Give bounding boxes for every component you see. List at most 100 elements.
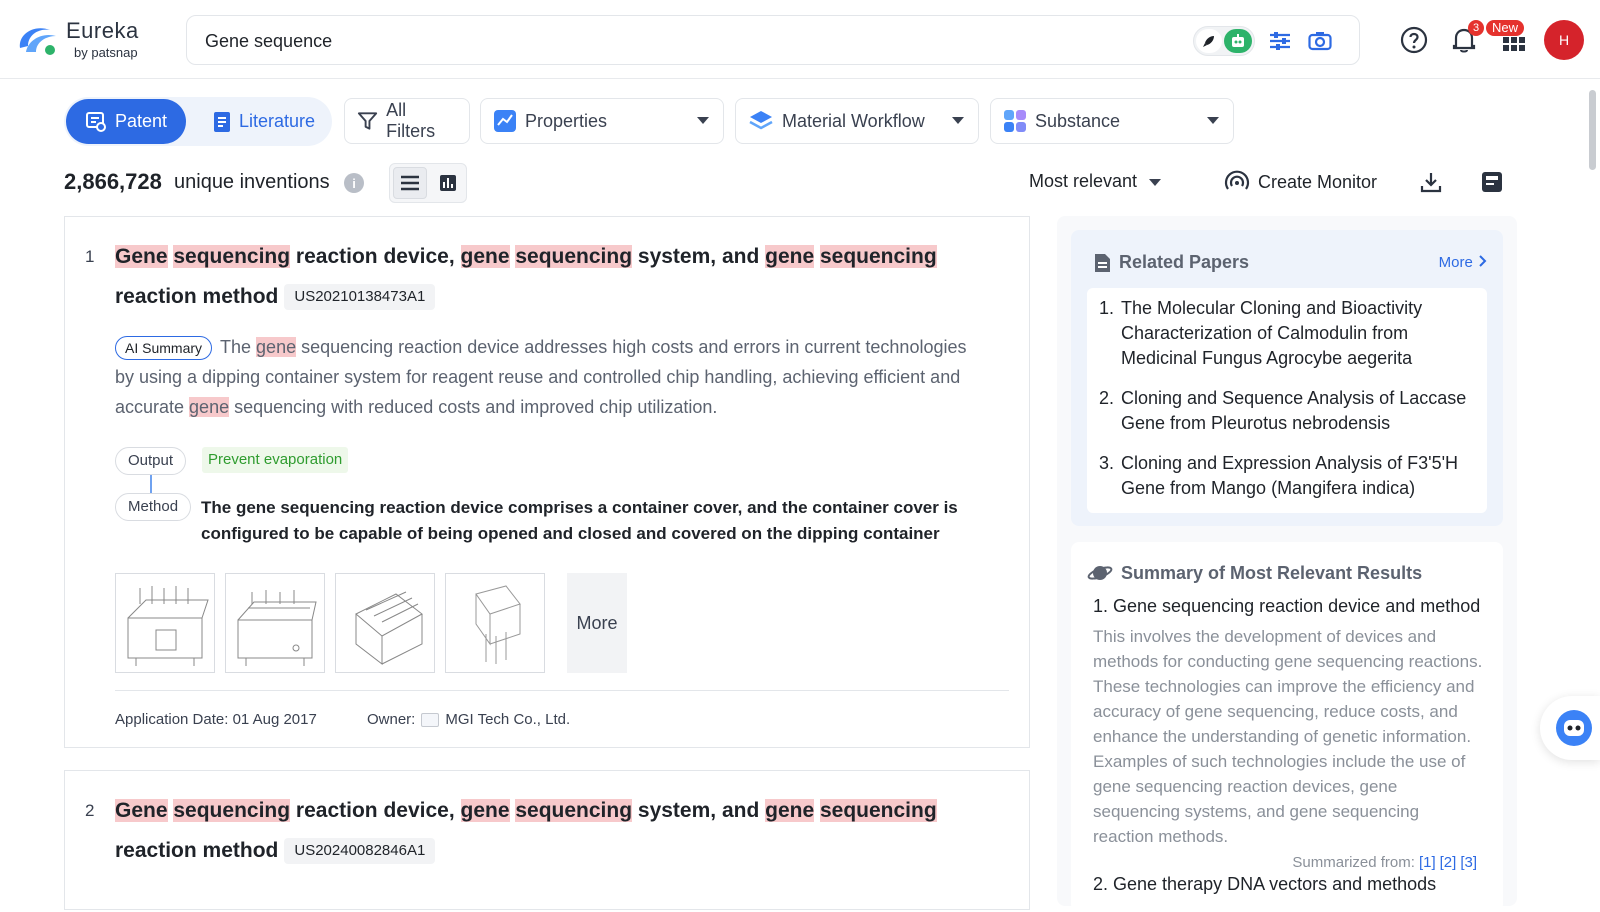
- text-segment: system, and: [632, 799, 765, 822]
- output-value: Prevent evaporation: [202, 447, 348, 473]
- list-item[interactable]: 3.Cloning and Expression Analysis of F3'…: [1099, 451, 1475, 501]
- save-icon[interactable]: [1477, 167, 1507, 197]
- ref-link[interactable]: [3]: [1460, 854, 1477, 871]
- tab-literature-label: Literature: [239, 111, 315, 132]
- ref-link[interactable]: [1]: [1419, 854, 1436, 871]
- related-papers: Related Papers More 1.The Molecular Clon…: [1071, 230, 1503, 526]
- drawing-thumbnail[interactable]: [115, 573, 215, 673]
- apps-grid-icon[interactable]: New: [1494, 20, 1534, 60]
- planet-icon: [1087, 562, 1113, 584]
- list-item[interactable]: 2.Cloning and Sequence Analysis of Lacca…: [1099, 386, 1475, 436]
- literature-icon: [213, 111, 231, 133]
- publication-number[interactable]: US20240082846A1: [284, 838, 435, 864]
- highlight-term: gene: [765, 799, 814, 822]
- highlight-term: sequencing: [515, 245, 632, 268]
- highlight-term: Gene: [115, 799, 168, 822]
- summarized-from-label: Summarized from:: [1292, 854, 1415, 871]
- text-segment: The: [220, 337, 256, 357]
- eureka-logo[interactable]: Eureka by patsnap: [16, 18, 166, 62]
- list-view-icon[interactable]: [393, 167, 427, 199]
- side-panel: Related Papers More 1.The Molecular Clon…: [1057, 216, 1517, 906]
- text-segment: reaction device,: [290, 245, 460, 268]
- result-title[interactable]: Gene sequencing reaction device, gene se…: [115, 237, 975, 317]
- source-toggle: Patent Literature: [64, 97, 332, 146]
- summary-item-title[interactable]: 2. Gene therapy DNA vectors and methods: [1093, 874, 1436, 895]
- avatar[interactable]: H: [1544, 20, 1584, 60]
- item-number: 1.: [1099, 296, 1121, 371]
- tab-literature[interactable]: Literature: [204, 99, 324, 144]
- related-papers-more-link[interactable]: More: [1439, 254, 1487, 271]
- text-segment: reaction device,: [290, 799, 460, 822]
- bell-icon[interactable]: 3: [1444, 20, 1484, 60]
- layers-icon: [748, 109, 774, 133]
- drawing-thumbnail[interactable]: [445, 573, 545, 673]
- substance-label: Substance: [1035, 111, 1120, 132]
- properties-icon: [493, 109, 517, 133]
- summary-item-title[interactable]: 1. Gene sequencing reaction device and m…: [1093, 596, 1480, 617]
- related-papers-title: Related Papers: [1119, 252, 1249, 273]
- ai-summary-tag: AI Summary: [115, 336, 212, 360]
- connector-line: [150, 475, 152, 495]
- properties-dropdown[interactable]: Properties: [480, 98, 724, 144]
- more-label: More: [1439, 254, 1473, 271]
- result-title-text: Gene sequencing reaction device, gene se…: [115, 799, 937, 862]
- download-icon[interactable]: [1416, 167, 1446, 197]
- rocket-icon: [1196, 29, 1222, 53]
- highlight-term: gene: [256, 337, 296, 357]
- highlight-term: gene: [765, 245, 814, 268]
- sliders-icon[interactable]: [1265, 26, 1295, 56]
- publication-number[interactable]: US20210138473A1: [284, 284, 435, 310]
- drawing-thumbnails: More: [115, 573, 635, 673]
- result-rank: 1: [85, 247, 94, 267]
- drawing-thumbnail[interactable]: [225, 573, 325, 673]
- tab-patent[interactable]: Patent: [66, 99, 186, 144]
- chart-view-icon[interactable]: [432, 167, 464, 199]
- camera-icon[interactable]: [1305, 26, 1335, 56]
- chevron-right-icon: [1477, 255, 1487, 267]
- search-input[interactable]: [205, 28, 965, 54]
- result-title[interactable]: Gene sequencing reaction device, gene se…: [115, 791, 975, 871]
- search-mode-toggle[interactable]: [1193, 26, 1255, 56]
- result-card[interactable]: 2 Gene sequencing reaction device, gene …: [64, 770, 1030, 910]
- search-tools: [1193, 26, 1335, 56]
- ai-summary-text: The gene sequencing reaction device addr…: [115, 337, 966, 417]
- all-filters-button[interactable]: All Filters: [344, 98, 470, 144]
- application-date: Application Date: 01 Aug 2017: [115, 711, 317, 728]
- info-icon[interactable]: i: [344, 173, 364, 193]
- help-icon[interactable]: [1394, 20, 1434, 60]
- scrollbar[interactable]: [1589, 80, 1596, 900]
- top-bar: Eureka by patsnap: [0, 0, 1600, 79]
- result-rank: 2: [85, 801, 94, 821]
- summarized-from: Summarized from:[1][2][3]: [1292, 854, 1477, 871]
- create-monitor-button[interactable]: Create Monitor: [1224, 167, 1377, 197]
- related-papers-list: 1.The Molecular Cloning and Bioactivity …: [1087, 288, 1487, 513]
- scrollbar-thumb[interactable]: [1589, 90, 1596, 170]
- chevron-down-icon: [952, 117, 964, 124]
- owner-label: Owner:: [367, 711, 415, 728]
- all-filters-label: All Filters: [386, 100, 457, 142]
- drawing-thumbnail[interactable]: [335, 573, 435, 673]
- patent-icon: [85, 111, 107, 133]
- search-box: [186, 15, 1360, 65]
- filter-bar: Patent Literature All Filters Properties…: [64, 97, 1264, 143]
- substance-dropdown[interactable]: Substance: [990, 98, 1234, 144]
- list-item[interactable]: 1.The Molecular Cloning and Bioactivity …: [1099, 296, 1475, 371]
- highlight-term: sequencing: [820, 799, 937, 822]
- result-card[interactable]: 1 Gene sequencing reaction device, gene …: [64, 216, 1030, 748]
- more-drawings-button[interactable]: More: [567, 573, 627, 673]
- paper-title: The Molecular Cloning and Bioactivity Ch…: [1121, 296, 1475, 371]
- owner-logo-icon: [421, 713, 439, 727]
- sort-dropdown[interactable]: Most relevant: [1029, 171, 1161, 192]
- text-segment: reaction method: [115, 285, 278, 308]
- robot-icon: [1224, 29, 1252, 53]
- owner-value[interactable]: MGI Tech Co., Ltd.: [445, 711, 570, 728]
- chevron-down-icon: [1207, 117, 1219, 124]
- material-workflow-label: Material Workflow: [782, 111, 925, 132]
- substance-icon: [1003, 109, 1027, 133]
- ref-link[interactable]: [2]: [1440, 854, 1457, 871]
- material-workflow-dropdown[interactable]: Material Workflow: [735, 98, 979, 144]
- ai-summary: AI SummaryThe gene sequencing reaction d…: [115, 332, 985, 422]
- assistant-bot-button[interactable]: [1540, 696, 1600, 760]
- results-count: 2,866,728: [64, 169, 162, 195]
- highlight-term: gene: [461, 799, 510, 822]
